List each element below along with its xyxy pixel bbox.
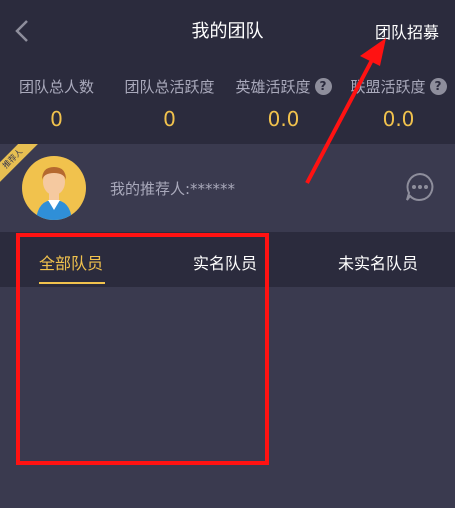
annotation-arrow	[305, 38, 386, 184]
